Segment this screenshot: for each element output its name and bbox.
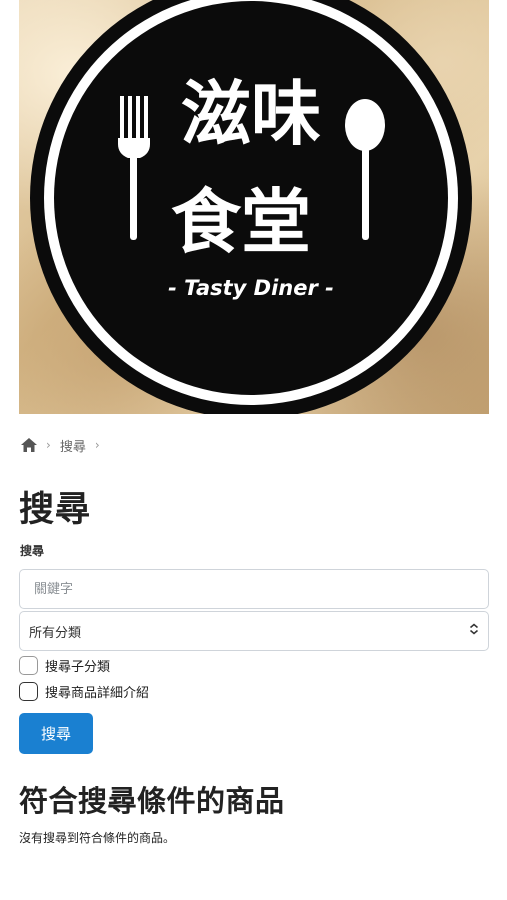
category-select[interactable]: 所有分類 [19,611,489,651]
option-subcategory[interactable]: 搜尋子分類 [19,655,110,675]
chevron-right-icon: › [46,438,51,452]
search-button[interactable]: 搜尋 [19,713,93,754]
logo-title-line2: 食堂 [171,180,311,263]
subcategory-checkbox-label: 搜尋子分類 [45,659,111,675]
description-checkbox-label: 搜尋商品詳細介紹 [45,685,150,701]
breadcrumb-item-search[interactable]: 搜尋 [60,436,86,455]
logo-title-line1: 滋味 [181,72,321,155]
logo-subtitle: - Tasty Diner - [168,276,334,300]
store-logo: 滋味 食堂 - Tasty Diner - [30,0,472,414]
option-description[interactable]: 搜尋商品詳細介紹 [19,681,149,701]
chevron-right-icon: › [94,438,100,452]
results-heading: 符合搜尋條件的商品 [19,784,285,818]
home-icon[interactable] [21,438,37,452]
breadcrumb: › 搜尋 › [21,434,109,456]
page-title: 搜尋 [19,490,92,530]
subcategory-checkbox[interactable] [19,655,38,675]
category-select-value: 所有分類 [29,625,82,641]
chevron-updown-icon [469,623,479,639]
search-field-label: 搜尋 [20,544,45,558]
results-empty-message: 沒有搜尋到符合條件的商品。 [19,831,176,845]
description-checkbox[interactable] [19,681,38,701]
store-logo-banner[interactable]: 滋味 食堂 - Tasty Diner - [19,0,489,414]
search-input[interactable] [19,569,489,609]
